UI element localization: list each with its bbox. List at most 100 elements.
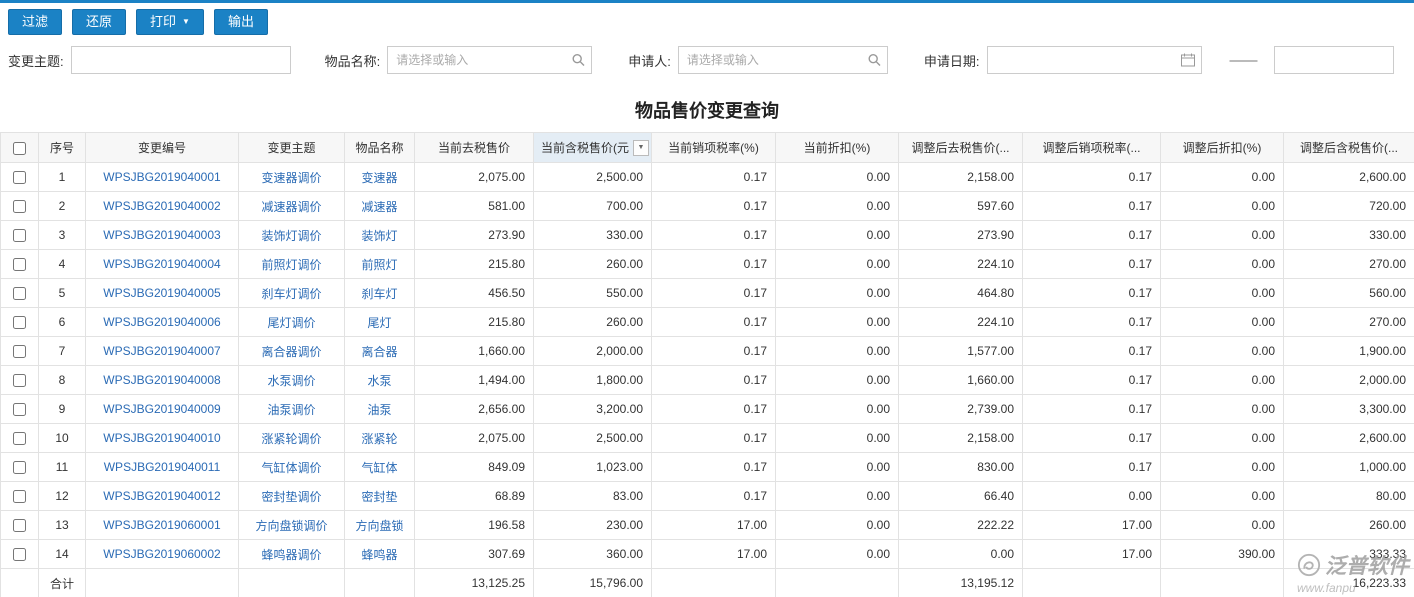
search-icon[interactable] <box>572 54 585 67</box>
search-icon[interactable] <box>868 54 881 67</box>
row-checkbox-cell[interactable] <box>1 279 39 308</box>
col-header-current-price-in-tax[interactable]: 当前含税售价(元 ▼ <box>534 133 652 163</box>
apply-date-end-input[interactable] <box>1274 46 1394 74</box>
item-name-link[interactable]: 装饰灯 <box>345 221 415 250</box>
row-checkbox[interactable] <box>13 548 26 561</box>
col-header-adjusted-price-in-tax[interactable]: 调整后含税售价(... <box>1284 133 1414 163</box>
row-checkbox[interactable] <box>13 229 26 242</box>
change-code-link[interactable]: WPSJBG2019060001 <box>86 511 239 540</box>
col-header-no[interactable]: 序号 <box>39 133 86 163</box>
item-name-link[interactable]: 水泵 <box>345 366 415 395</box>
row-checkbox[interactable] <box>13 490 26 503</box>
change-subject-link[interactable]: 水泵调价 <box>239 366 345 395</box>
col-header-adjusted-tax-rate[interactable]: 调整后销项税率(... <box>1023 133 1161 163</box>
row-checkbox[interactable] <box>13 403 26 416</box>
col-header-current-price-ex-tax[interactable]: 当前去税售价 <box>415 133 534 163</box>
row-checkbox-cell[interactable] <box>1 250 39 279</box>
export-button[interactable]: 输出 <box>214 9 268 35</box>
print-button[interactable]: 打印 ▼ <box>136 9 204 35</box>
change-code-link[interactable]: WPSJBG2019060002 <box>86 540 239 569</box>
row-checkbox[interactable] <box>13 519 26 532</box>
change-code-link[interactable]: WPSJBG2019040006 <box>86 308 239 337</box>
col-header-change-code[interactable]: 变更编号 <box>86 133 239 163</box>
select-all-cell[interactable] <box>1 133 39 163</box>
row-checkbox-cell[interactable] <box>1 366 39 395</box>
change-subject-link[interactable]: 前照灯调价 <box>239 250 345 279</box>
change-code-link[interactable]: WPSJBG2019040010 <box>86 424 239 453</box>
item-name-link[interactable]: 密封垫 <box>345 482 415 511</box>
item-name-link[interactable]: 刹车灯 <box>345 279 415 308</box>
row-checkbox-cell[interactable] <box>1 337 39 366</box>
row-checkbox-cell[interactable] <box>1 424 39 453</box>
change-subject-link[interactable]: 气缸体调价 <box>239 453 345 482</box>
row-checkbox[interactable] <box>13 345 26 358</box>
change-subject-link[interactable]: 刹车灯调价 <box>239 279 345 308</box>
sort-caret-icon[interactable]: ▼ <box>633 140 649 156</box>
item-name-input[interactable] <box>387 46 592 74</box>
current-price-ex-tax-cell: 2,075.00 <box>415 163 534 192</box>
change-code-link[interactable]: WPSJBG2019040007 <box>86 337 239 366</box>
item-name-link[interactable]: 方向盘锁 <box>345 511 415 540</box>
item-name-link[interactable]: 变速器 <box>345 163 415 192</box>
change-code-link[interactable]: WPSJBG2019040002 <box>86 192 239 221</box>
reset-button[interactable]: 还原 <box>72 9 126 35</box>
row-checkbox-cell[interactable] <box>1 192 39 221</box>
change-subject-link[interactable]: 方向盘锁调价 <box>239 511 345 540</box>
row-checkbox[interactable] <box>13 258 26 271</box>
row-checkbox[interactable] <box>13 316 26 329</box>
change-subject-link[interactable]: 油泵调价 <box>239 395 345 424</box>
change-subject-input[interactable] <box>71 46 291 74</box>
col-header-adjusted-discount[interactable]: 调整后折扣(%) <box>1161 133 1284 163</box>
row-checkbox[interactable] <box>13 200 26 213</box>
calendar-icon[interactable] <box>1181 54 1195 67</box>
change-subject-link[interactable]: 装饰灯调价 <box>239 221 345 250</box>
row-checkbox-cell[interactable] <box>1 482 39 511</box>
row-checkbox-cell[interactable] <box>1 511 39 540</box>
change-subject-link[interactable]: 蜂鸣器调价 <box>239 540 345 569</box>
item-name-link[interactable]: 气缸体 <box>345 453 415 482</box>
col-header-adjusted-price-ex-tax[interactable]: 调整后去税售价(... <box>899 133 1023 163</box>
item-name-link[interactable]: 前照灯 <box>345 250 415 279</box>
change-subject-link[interactable]: 离合器调价 <box>239 337 345 366</box>
item-name-link[interactable]: 油泵 <box>345 395 415 424</box>
row-checkbox[interactable] <box>13 374 26 387</box>
row-checkbox[interactable] <box>13 287 26 300</box>
row-checkbox-cell[interactable] <box>1 453 39 482</box>
row-checkbox-cell[interactable] <box>1 163 39 192</box>
applicant-input[interactable] <box>678 46 888 74</box>
filter-button[interactable]: 过滤 <box>8 9 62 35</box>
item-name-link[interactable]: 减速器 <box>345 192 415 221</box>
change-subject-link[interactable]: 减速器调价 <box>239 192 345 221</box>
item-name-link[interactable]: 涨紧轮 <box>345 424 415 453</box>
col-header-current-discount[interactable]: 当前折扣(%) <box>776 133 899 163</box>
item-name-link[interactable]: 尾灯 <box>345 308 415 337</box>
row-checkbox[interactable] <box>13 432 26 445</box>
change-code-link[interactable]: WPSJBG2019040001 <box>86 163 239 192</box>
select-all-checkbox[interactable] <box>13 142 26 155</box>
change-code-link[interactable]: WPSJBG2019040011 <box>86 453 239 482</box>
total-empty-cell <box>652 569 776 597</box>
row-checkbox-cell[interactable] <box>1 308 39 337</box>
row-checkbox[interactable] <box>13 461 26 474</box>
row-checkbox-cell[interactable] <box>1 540 39 569</box>
col-header-item-name[interactable]: 物品名称 <box>345 133 415 163</box>
change-code-link[interactable]: WPSJBG2019040012 <box>86 482 239 511</box>
change-subject-link[interactable]: 变速器调价 <box>239 163 345 192</box>
change-code-link[interactable]: WPSJBG2019040003 <box>86 221 239 250</box>
change-subject-link[interactable]: 密封垫调价 <box>239 482 345 511</box>
change-code-link[interactable]: WPSJBG2019040004 <box>86 250 239 279</box>
change-code-link[interactable]: WPSJBG2019040008 <box>86 366 239 395</box>
change-subject-link[interactable]: 涨紧轮调价 <box>239 424 345 453</box>
row-checkbox[interactable] <box>13 171 26 184</box>
apply-date-start-input[interactable] <box>987 46 1202 74</box>
col-header-change-subject[interactable]: 变更主题 <box>239 133 345 163</box>
row-checkbox-cell[interactable] <box>1 221 39 250</box>
change-code-link[interactable]: WPSJBG2019040009 <box>86 395 239 424</box>
change-subject-link[interactable]: 尾灯调价 <box>239 308 345 337</box>
col-header-current-tax-rate[interactable]: 当前销项税率(%) <box>652 133 776 163</box>
item-name-link[interactable]: 蜂鸣器 <box>345 540 415 569</box>
change-code-link[interactable]: WPSJBG2019040005 <box>86 279 239 308</box>
row-checkbox-cell[interactable] <box>1 395 39 424</box>
item-name-link[interactable]: 离合器 <box>345 337 415 366</box>
adjusted-price-ex-tax-cell: 464.80 <box>899 279 1023 308</box>
